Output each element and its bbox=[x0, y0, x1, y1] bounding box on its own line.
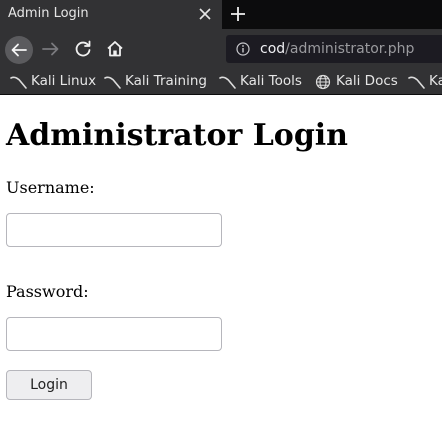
kali-dragon-icon bbox=[104, 76, 121, 89]
navigation-toolbar: cod/administrator.php bbox=[0, 29, 442, 68]
login-button[interactable]: Login bbox=[6, 370, 92, 400]
tab-title: Admin Login bbox=[8, 6, 89, 21]
kali-dragon-icon bbox=[219, 76, 236, 89]
page-title: Administrator Login bbox=[6, 118, 348, 153]
arrow-left-icon bbox=[11, 43, 27, 57]
username-field[interactable] bbox=[6, 213, 222, 247]
home-icon bbox=[107, 41, 123, 57]
close-icon[interactable] bbox=[194, 4, 216, 24]
forward-button[interactable] bbox=[38, 36, 64, 62]
password-field[interactable] bbox=[6, 317, 222, 351]
password-label: Password: bbox=[6, 282, 89, 301]
bookmark-label: Kali Linux bbox=[31, 73, 97, 89]
info-icon[interactable] bbox=[236, 42, 250, 56]
page-content: Administrator Login Username: Password: … bbox=[0, 96, 442, 428]
globe-icon bbox=[315, 74, 331, 90]
arrow-right-icon bbox=[42, 42, 59, 56]
reload-icon bbox=[75, 40, 91, 57]
url-bar[interactable]: cod/administrator.php bbox=[226, 35, 442, 63]
bookmark-label: Kali Training bbox=[125, 73, 207, 89]
url-path: /administrator.php bbox=[285, 41, 415, 57]
tab-strip: Admin Login bbox=[0, 0, 442, 29]
url-text[interactable]: cod/administrator.php bbox=[260, 40, 414, 58]
plus-icon[interactable] bbox=[226, 2, 250, 26]
bookmark-label: Kali Tools bbox=[240, 73, 302, 89]
active-tab[interactable]: Admin Login bbox=[0, 0, 222, 29]
bookmark-label: Kali Docs bbox=[336, 73, 398, 89]
bookmarks-toolbar: Kali Linux Kali Training Kali Tools Kali… bbox=[0, 68, 442, 95]
kali-dragon-icon bbox=[10, 76, 27, 89]
bookmark-label: Ka bbox=[429, 73, 442, 89]
kali-dragon-icon bbox=[408, 76, 425, 89]
home-button[interactable] bbox=[102, 36, 128, 62]
reload-button[interactable] bbox=[70, 36, 96, 62]
username-label: Username: bbox=[6, 178, 95, 197]
back-button[interactable] bbox=[5, 36, 33, 64]
url-host: cod bbox=[260, 41, 286, 57]
